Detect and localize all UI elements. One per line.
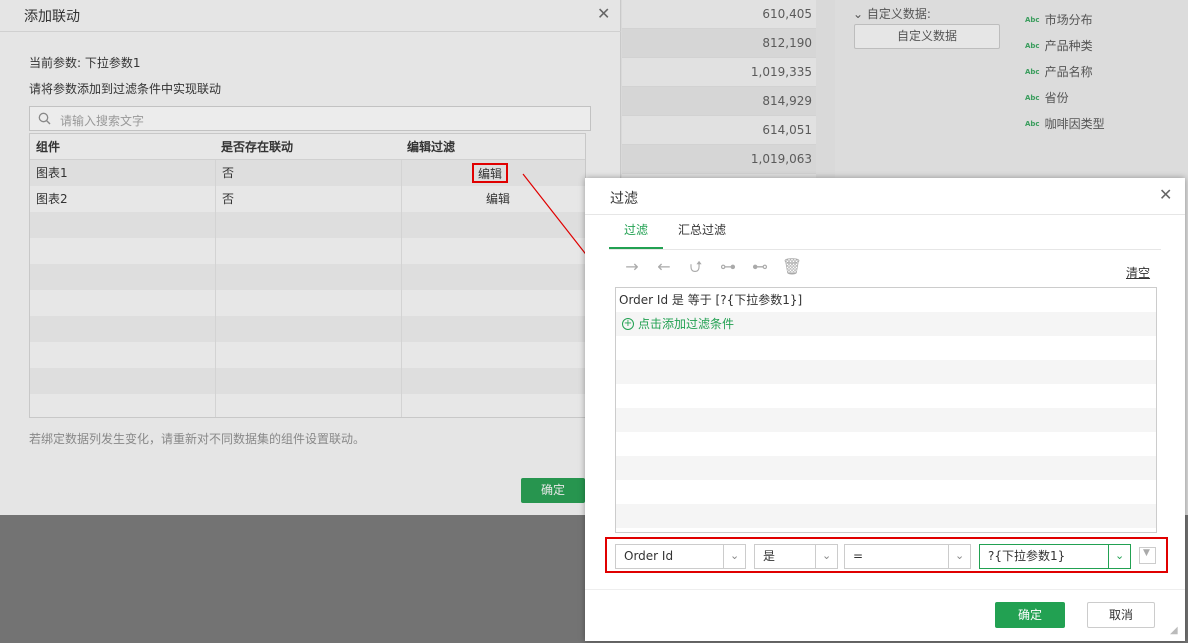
tab-summary-filter[interactable]: 汇总过滤 [663,214,741,249]
insert-below-icon[interactable]: ⊷ [749,256,771,278]
close-icon[interactable]: ✕ [597,4,610,23]
divider [0,31,621,32]
filter-dialog: 过滤 ✕ 过滤 汇总过滤 → ← ⮍ ⊶ ⊷ 🗑 清空 Order Id 是 等… [585,178,1185,641]
close-icon[interactable]: ✕ [1159,185,1172,204]
edit-filter-button[interactable]: 编辑 [486,186,510,212]
dialog-title: 过滤 [610,191,638,207]
empty-row [30,394,585,417]
table-row: 1,019,063 [622,145,816,174]
resize-handle-icon[interactable]: ◢ [1170,625,1178,636]
empty-row [616,336,1156,360]
column-header: 组件 [36,140,61,154]
empty-row [30,316,585,342]
empty-row [30,264,585,290]
hint-text: 请将参数添加到过滤条件中实现联动 [29,82,222,96]
swap-icon[interactable]: ⮍ [685,256,707,278]
condition-item[interactable]: Order Id 是 等于 [?{下拉参数1}] [616,288,1156,312]
empty-row [616,456,1156,480]
filter-tabs: 过滤 汇总过滤 [609,214,741,250]
empty-row [30,368,585,394]
more-options-button[interactable]: ▼ [1139,547,1156,564]
search-icon [38,112,51,125]
add-circle-icon: + [622,318,634,330]
current-param: 当前参数: 下拉参数1 [29,56,141,70]
delete-icon[interactable]: 🗑 [781,256,803,278]
link-status: 否 [215,160,401,186]
table-header: 组件 是否存在联动 编辑过滤 [30,134,585,160]
text-type-icon: Abc [1025,67,1040,76]
insert-above-icon[interactable]: ⊶ [717,256,739,278]
empty-row [616,384,1156,408]
triangle-down-icon: ▼ [1143,548,1150,558]
chevron-down-icon: ⌄ [948,545,970,568]
field-item[interactable]: Abc 省份 [1025,89,1069,106]
search-input[interactable]: 请输入搜索文字 [29,106,591,131]
condition-list: Order Id 是 等于 [?{下拉参数1}] + 点击添加过滤条件 [615,287,1157,533]
component-name: 图表1 [36,166,68,180]
text-type-icon: Abc [1025,15,1040,24]
add-condition-label: 点击添加过滤条件 [638,317,735,331]
empty-row [30,212,585,238]
dialog-title: 添加联动 [24,9,80,25]
add-condition-button[interactable]: + 点击添加过滤条件 [616,312,1156,336]
field-item[interactable]: Abc 市场分布 [1025,11,1093,28]
divider [585,589,1185,590]
table-row: 1,019,335 [622,58,816,87]
operator-select[interactable]: = ⌄ [844,544,971,569]
tab-filter[interactable]: 过滤 [609,214,664,249]
custom-data-section[interactable]: ⌄ 自定义数据: [853,5,931,22]
chevron-down-icon: ⌄ [1108,545,1130,568]
clear-button[interactable]: 清空 [1126,264,1150,281]
column-header: 是否存在联动 [221,140,294,154]
custom-data-button[interactable]: 自定义数据 [854,24,1000,49]
chevron-down-icon: ⌄ [723,545,745,568]
table-row: 610,405 [622,0,816,29]
chevron-down-icon: ⌄ [815,545,837,568]
text-type-icon: Abc [1025,41,1040,50]
empty-row [30,238,585,264]
table-row[interactable]: 图表2 否 编辑 [30,186,585,212]
table-row[interactable]: 图表1 否 编辑 [30,160,585,186]
edit-filter-button[interactable]: 编辑 [472,163,509,183]
indent-right-icon[interactable]: → [621,256,643,278]
search-placeholder: 请输入搜索文字 [60,114,145,128]
column-header: 编辑过滤 [407,140,456,154]
field-select[interactable]: Order Id ⌄ [615,544,746,569]
add-link-dialog: 添加联动 ✕ 当前参数: 下拉参数1 请将参数添加到过滤条件中实现联动 请输入搜… [0,0,621,515]
link-status: 否 [215,186,401,212]
text-type-icon: Abc [1025,119,1040,128]
component-table: 组件 是否存在联动 编辑过滤 图表1 否 编辑 图表2 否 编辑 [29,133,586,418]
cancel-button[interactable]: 取消 [1087,602,1155,628]
confirm-button[interactable]: 确定 [521,478,585,503]
table-row: 814,929 [622,87,816,116]
note-text: 若绑定数据列发生变化，请重新对不同数据集的组件设置联动。 [29,432,366,446]
field-item[interactable]: Abc 产品名称 [1025,63,1093,80]
field-item[interactable]: Abc 产品种类 [1025,37,1093,54]
value-select[interactable]: ?{下拉参数1} ⌄ [979,544,1131,569]
empty-row [616,408,1156,432]
empty-row [616,480,1156,504]
filter-toolbar: → ← ⮍ ⊶ ⊷ 🗑 [621,256,803,278]
empty-row [30,342,585,368]
table-row: 614,051 [622,116,816,145]
field-item[interactable]: Abc 咖啡因类型 [1025,115,1105,132]
empty-row [616,360,1156,384]
text-type-icon: Abc [1025,93,1040,102]
component-name: 图表2 [36,192,68,206]
divider [609,249,1161,250]
is-select[interactable]: 是 ⌄ [754,544,838,569]
empty-row [30,290,585,316]
empty-row [616,432,1156,456]
empty-row [616,504,1156,528]
confirm-button[interactable]: 确定 [995,602,1065,628]
indent-left-icon[interactable]: ← [653,256,675,278]
table-row: 812,190 [622,29,816,58]
condition-editor: Order Id ⌄ 是 ⌄ = ⌄ ?{下拉参数1} ⌄ ▼ [605,537,1168,573]
